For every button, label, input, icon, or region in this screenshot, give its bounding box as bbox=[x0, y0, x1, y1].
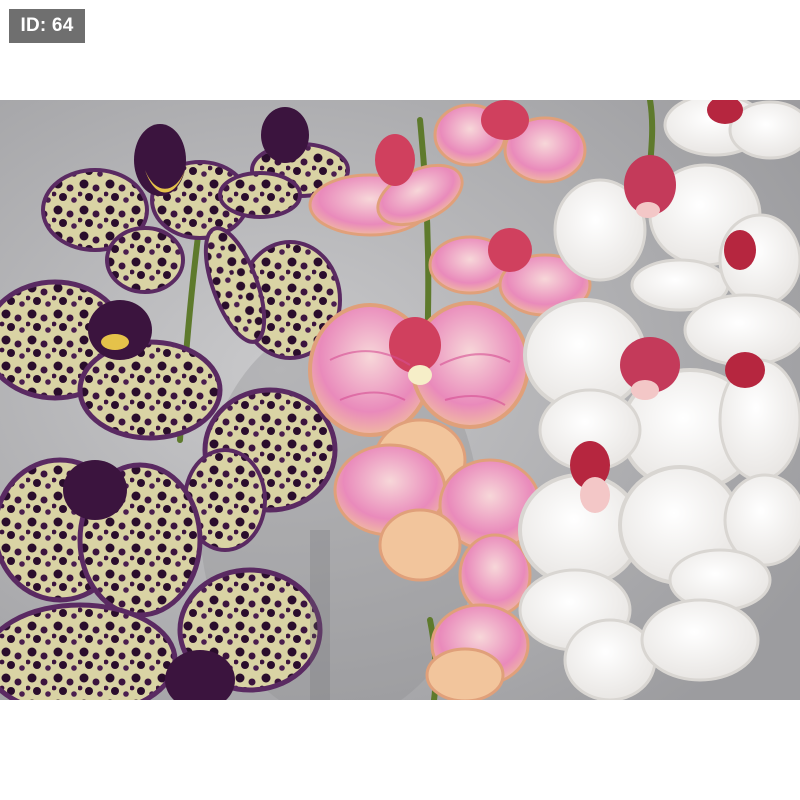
orchid-photo-illustration bbox=[0, 100, 800, 700]
orchid-photo bbox=[0, 100, 800, 700]
page: ID: 64 bbox=[0, 0, 800, 800]
id-badge: ID: 64 bbox=[9, 9, 85, 43]
